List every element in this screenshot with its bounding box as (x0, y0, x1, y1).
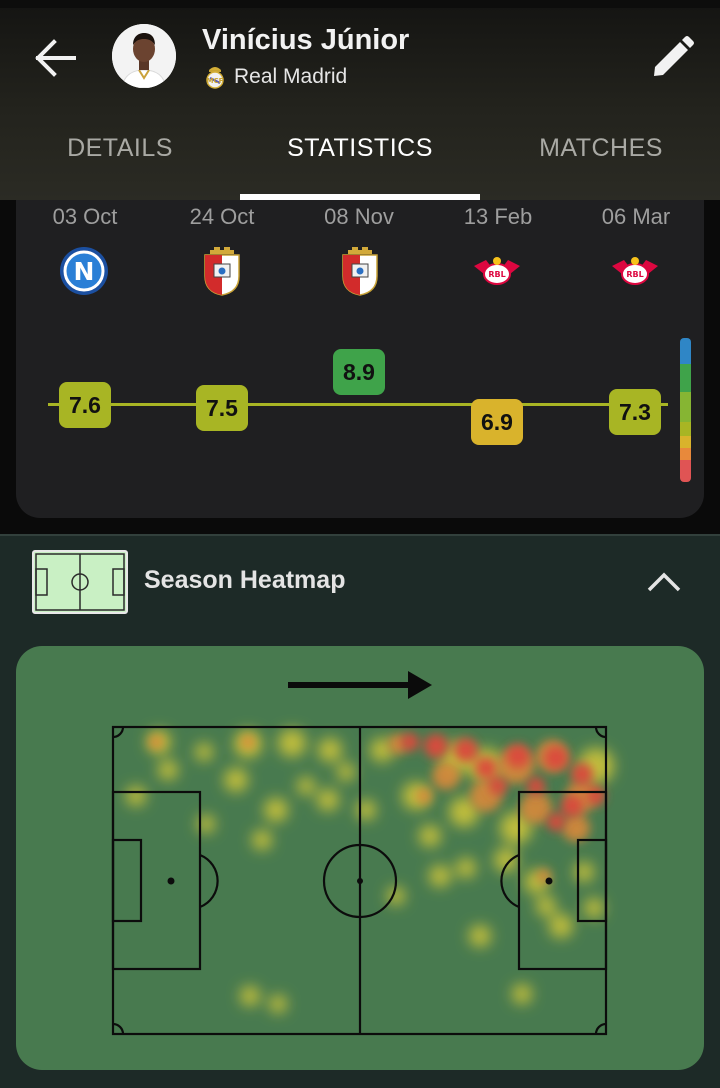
rating-scale-segment (680, 448, 691, 460)
chevron-up-icon (647, 572, 681, 592)
arrow-right-icon (288, 671, 432, 699)
arrow-left-icon (35, 39, 76, 77)
braga-crest-icon[interactable] (335, 246, 385, 296)
match-date: 24 Oct (189, 204, 255, 229)
team-name: Real Madrid (234, 65, 348, 88)
tab-statistics[interactable]: STATISTICS (240, 134, 480, 174)
svg-text:MCF: MCF (207, 77, 224, 85)
match-date: 08 Nov (324, 204, 394, 229)
braga-crest-icon[interactable] (197, 246, 247, 296)
tab-matches[interactable]: MATCHES (481, 134, 720, 174)
svg-text:N: N (74, 257, 95, 286)
heatmap-title: Season Heatmap (144, 566, 346, 594)
rb-leipzig-crest-icon[interactable]: RBL (472, 246, 522, 296)
rating-scale-segment (680, 422, 691, 436)
team-row: MCF Real Madrid (204, 62, 347, 92)
match-rating-badge[interactable]: 8.9 (333, 349, 385, 395)
rating-scale-segment (680, 436, 691, 448)
rating-scale-segment (680, 338, 691, 364)
heatmap-pitch-card (16, 646, 704, 1070)
match-date: 13 Feb (463, 204, 533, 229)
rating-scale-segment (680, 364, 691, 392)
tab-details[interactable]: DETAILS (0, 134, 240, 174)
rating-scale-segment (680, 460, 691, 482)
status-strip (0, 0, 720, 8)
pencil-icon (654, 36, 694, 76)
real-madrid-crest-icon: MCF (206, 67, 224, 89)
rb-leipzig-crest-icon[interactable]: RBL (610, 246, 660, 296)
match-rating-badge[interactable]: 7.5 (196, 385, 248, 431)
svg-text:RBL: RBL (488, 270, 505, 279)
collapse-button[interactable] (644, 566, 684, 596)
match-rating-badge[interactable]: 7.3 (609, 389, 661, 435)
average-rating-line (48, 403, 668, 406)
match-rating-badge[interactable]: 7.6 (59, 382, 111, 428)
match-date: 06 Mar (601, 204, 671, 229)
back-button[interactable] (30, 34, 82, 82)
player-avatar (112, 24, 176, 88)
match-date: 03 Oct (52, 204, 118, 229)
player-name: Vinícius Júnior (202, 24, 410, 56)
svg-text:RBL: RBL (626, 270, 643, 279)
napoli-crest-icon[interactable]: N (59, 246, 109, 296)
rating-scale-segment (680, 392, 691, 422)
match-rating-badge[interactable]: 6.9 (471, 399, 523, 445)
pitch-icon (32, 550, 128, 614)
edit-button[interactable] (648, 34, 696, 82)
